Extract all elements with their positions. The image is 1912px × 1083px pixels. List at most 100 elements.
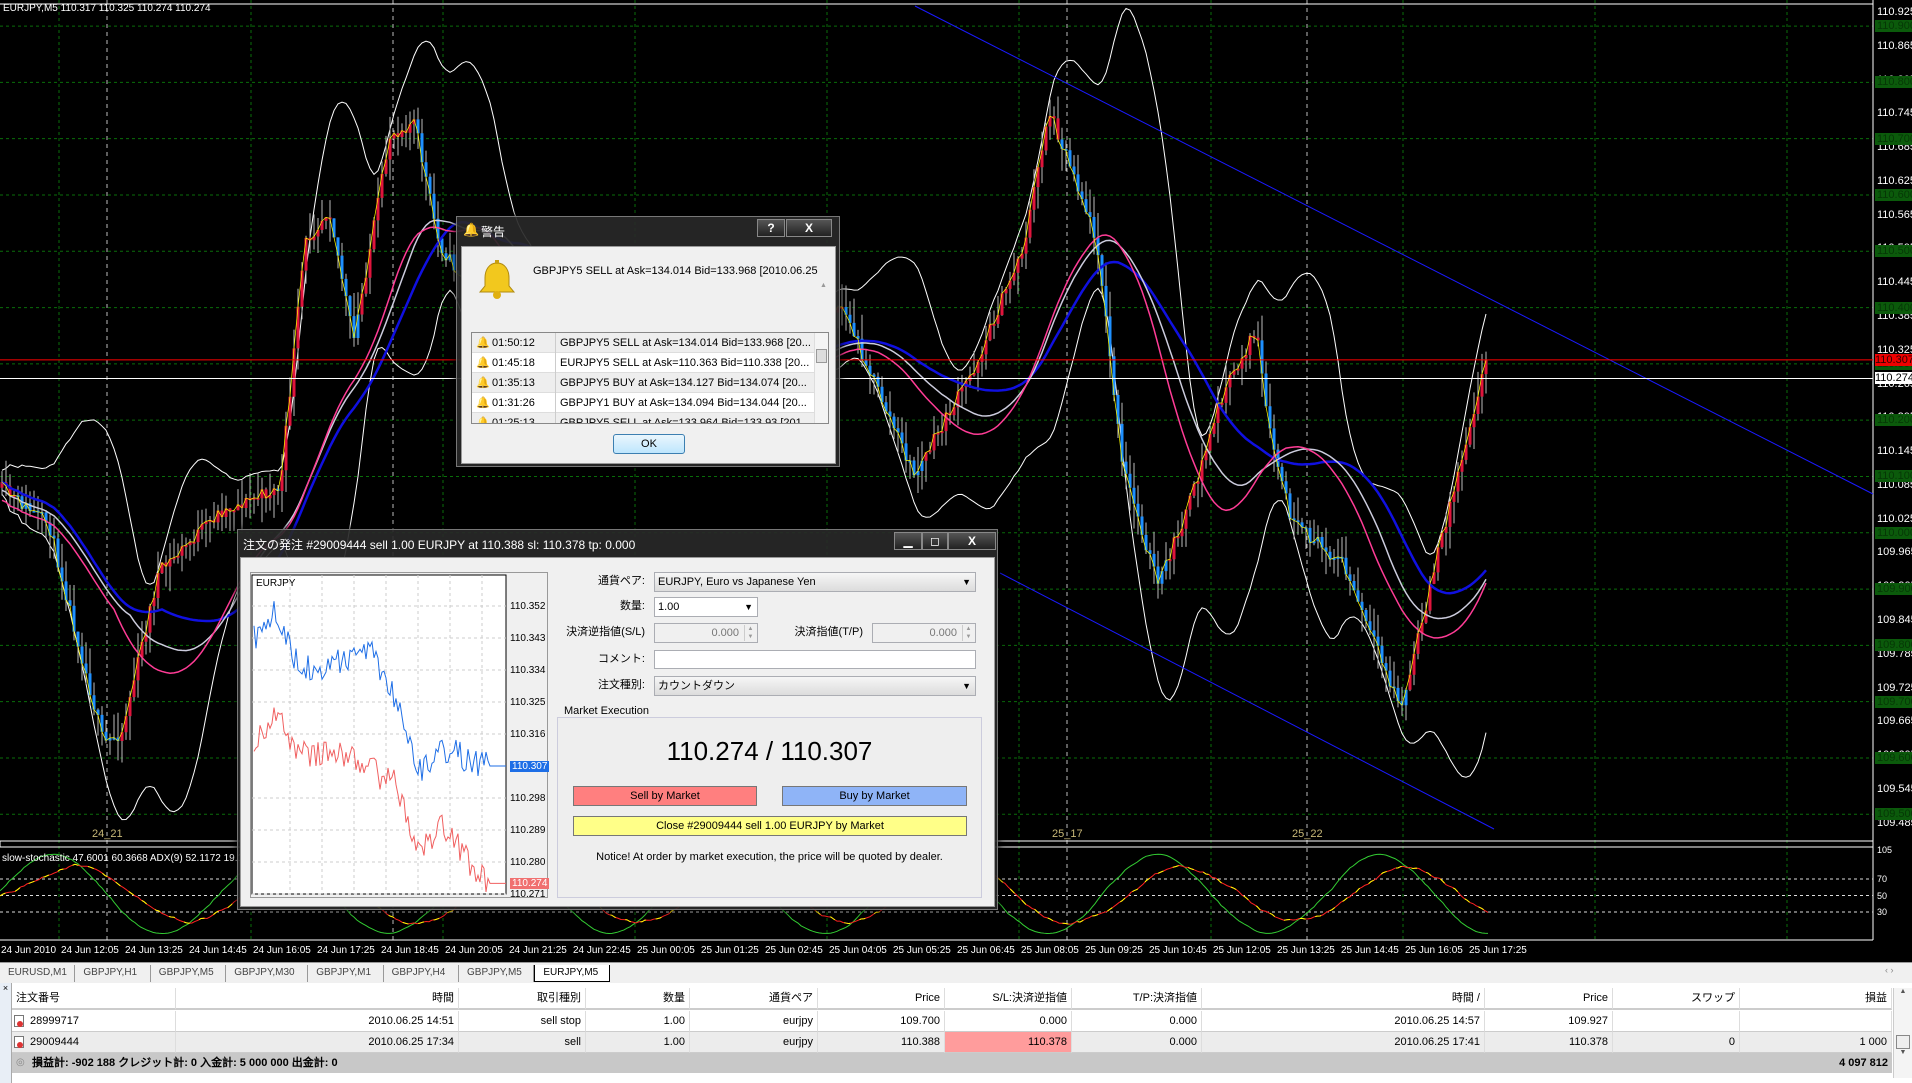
price-axis-label: 110.445 — [1877, 276, 1912, 289]
table-cell: 2010.06.25 14:51 — [176, 1011, 459, 1032]
tick-price-label: 110.289 — [510, 825, 546, 837]
alert-history-row[interactable]: 🔔 01:50:12 GBPJPY5 SELL at Ask=134.014 Bid… — [472, 333, 828, 353]
ask-quote: 110.307 — [780, 736, 873, 766]
comment-input[interactable] — [654, 650, 976, 669]
chevron-down-icon: ▼ — [744, 602, 753, 612]
indicator-label: slow-stochastic 47.6001 60.3668 ADX(9) 5… — [2, 853, 249, 864]
tick-price-label: 110.325 — [510, 697, 546, 708]
grid-price-label: 109.600 — [1875, 751, 1912, 764]
column-header[interactable]: 時間 — [176, 988, 459, 1010]
table-cell: 0.000 — [945, 1011, 1072, 1032]
chart-tab[interactable]: EURUSD,M1 — [0, 965, 76, 982]
alert-text: GBPJPY5 SELL at Ask=134.014 Bid=133.968 … — [555, 333, 811, 353]
table-cell: eurjpy — [690, 1032, 818, 1053]
column-header[interactable]: 取引種別 — [459, 988, 586, 1010]
stop-loss-input[interactable]: 0.000 ▲ ▼ — [654, 623, 758, 643]
terminal-close-icon[interactable]: × — [0, 983, 12, 1083]
market-execution-label: Market Execution — [562, 705, 651, 717]
time-axis-label: 25 Jun 08:05 — [1021, 945, 1079, 956]
alert-history-list[interactable]: 🔔 01:50:12 GBPJPY5 SELL at Ask=134.014 Bid… — [471, 332, 829, 424]
lower-trendline[interactable] — [999, 572, 1495, 830]
column-header[interactable]: 時間 / — [1202, 988, 1485, 1010]
table-cell[interactable]: 29009444 — [12, 1032, 176, 1053]
alert-dialog: 🔔 警告 ? X GBPJPY5 SELL at Ask=134.014 Bid… — [456, 216, 840, 467]
alert-history-row[interactable]: 🔔 01:35:13 GBPJPY5 BUY at Ask=134.127 Bid=… — [472, 373, 828, 393]
take-profit-input[interactable]: 0.000 ▲ ▼ — [872, 623, 976, 643]
quote-display: 110.274 / 110.307 — [557, 736, 982, 767]
alert-time: 01:31:26 — [492, 397, 535, 409]
symbol-select[interactable]: EURJPY, Euro vs Japanese Yen ▼ — [654, 572, 976, 592]
chart-tab[interactable]: EURJPY,M5 — [534, 965, 610, 982]
column-header[interactable]: スワップ — [1613, 988, 1740, 1010]
take-profit-spinner[interactable]: ▲ ▼ — [962, 625, 974, 641]
column-header[interactable]: 損益 — [1740, 988, 1892, 1010]
order-icon — [14, 1015, 24, 1027]
column-header[interactable]: S/L:決済逆指値 — [945, 988, 1072, 1010]
grid-price-label: 110.400 — [1875, 301, 1912, 314]
maximize-button[interactable]: ◻ — [922, 532, 948, 550]
sell-by-market-button[interactable]: Sell by Market — [573, 786, 757, 806]
price-axis-label: 109.725 — [1877, 681, 1912, 694]
status-dot-icon: ◎ — [16, 1057, 25, 1068]
grid-price-label: 110.700 — [1875, 132, 1912, 145]
chart-tab[interactable]: GBPJPY,M5 — [151, 965, 227, 982]
alert-history-row[interactable]: 🔔 01:31:26 GBPJPY1 BUY at Ask=134.094 Bid=… — [472, 393, 828, 413]
table-cell: 2010.06.25 17:41 — [1202, 1032, 1485, 1053]
buy-by-market-button[interactable]: Buy by Market — [782, 786, 967, 806]
chevron-down-icon: ▼ — [962, 681, 971, 691]
grid-price-label: 110.900 — [1875, 20, 1912, 33]
grid-price-label: 109.900 — [1875, 583, 1912, 596]
tick-price-label: 110.271 — [510, 889, 546, 901]
chart-tab[interactable]: GBPJPY,M30 — [226, 965, 309, 982]
chart-tab[interactable]: GBPJPY,M5 — [459, 965, 535, 982]
alert-history-row[interactable]: 🔔 01:45:18 EURJPY5 SELL at Ask=110.363 Bid… — [472, 353, 828, 373]
table-cell: 1.00 — [586, 1032, 690, 1053]
column-header[interactable]: Price — [1485, 988, 1613, 1010]
chart-tab[interactable]: GBPJPY,H1 — [75, 965, 151, 982]
upper-trendline[interactable] — [914, 5, 1874, 495]
ok-button[interactable]: OK — [613, 434, 685, 454]
order-icon — [14, 1036, 24, 1048]
list-scrollbar[interactable] — [814, 333, 828, 423]
time-axis-label: 24 Jun 13:25 — [125, 945, 183, 956]
close-position-button[interactable]: Close #29009444 sell 1.00 EURJPY by Mark… — [573, 816, 967, 836]
tick-chart-panel — [250, 572, 548, 898]
time-axis-label: 24 Jun 20:05 — [445, 945, 503, 956]
price-axis-label: 110.025 — [1877, 512, 1912, 525]
tab-scroll-arrows[interactable]: ‹ › — [1885, 965, 1894, 975]
minimize-button[interactable]: ▁ — [894, 532, 922, 550]
time-axis-label: 25 Jun 16:05 — [1405, 945, 1463, 956]
column-header[interactable]: 注文番号 — [12, 988, 176, 1010]
time-axis-label: 24 Jun 14:45 — [189, 945, 247, 956]
column-header[interactable]: 数量 — [586, 988, 690, 1010]
order-type-select[interactable]: カウントダウン ▼ — [654, 676, 976, 696]
close-button[interactable]: X — [786, 219, 832, 237]
time-axis-label: 24 Jun 21:25 — [509, 945, 567, 956]
terminal-scrollbar[interactable]: ▲ ▼ — [1893, 988, 1912, 1078]
chart-tab[interactable]: GBPJPY,H4 — [384, 965, 459, 982]
table-cell — [1740, 1011, 1892, 1032]
stop-loss-spinner[interactable]: ▲ ▼ — [744, 625, 756, 641]
column-header[interactable]: T/P:決済指値 — [1072, 988, 1202, 1010]
volume-select[interactable]: 1.00 ▼ — [654, 597, 758, 617]
message-scrollbar[interactable]: ▲▼ — [818, 261, 829, 339]
column-header[interactable]: Price — [818, 988, 945, 1010]
chart-tab[interactable]: GBPJPY,M1 — [308, 965, 384, 982]
volume-label: 数量: — [619, 600, 645, 612]
time-axis-label: 24 Jun 17:25 — [317, 945, 375, 956]
table-cell: 110.378 — [1485, 1032, 1613, 1053]
price-axis-label: 110.145 — [1877, 445, 1912, 458]
alert-history-row[interactable]: 🔔 01:25:13 GBPJPY5 SELL at Ask=133.964 Bid… — [472, 413, 828, 423]
grid-price-label: 109.500 — [1875, 808, 1912, 821]
quote-separator: / — [758, 736, 781, 766]
table-cell[interactable]: 28999717 — [12, 1011, 176, 1032]
table-cell — [1613, 1011, 1740, 1032]
bell-icon: 🔔 — [476, 377, 490, 389]
alert-text: EURJPY5 SELL at Ask=110.363 Bid=110.338 … — [555, 353, 809, 373]
help-button[interactable]: ? — [757, 219, 785, 237]
time-axis-label: 25 Jun 09:25 — [1085, 945, 1143, 956]
time-axis-label: 25 Jun 05:25 — [893, 945, 951, 956]
column-header[interactable]: 通貨ペア — [690, 988, 818, 1010]
close-button[interactable]: X — [948, 532, 996, 550]
bell-large-icon — [478, 260, 516, 299]
